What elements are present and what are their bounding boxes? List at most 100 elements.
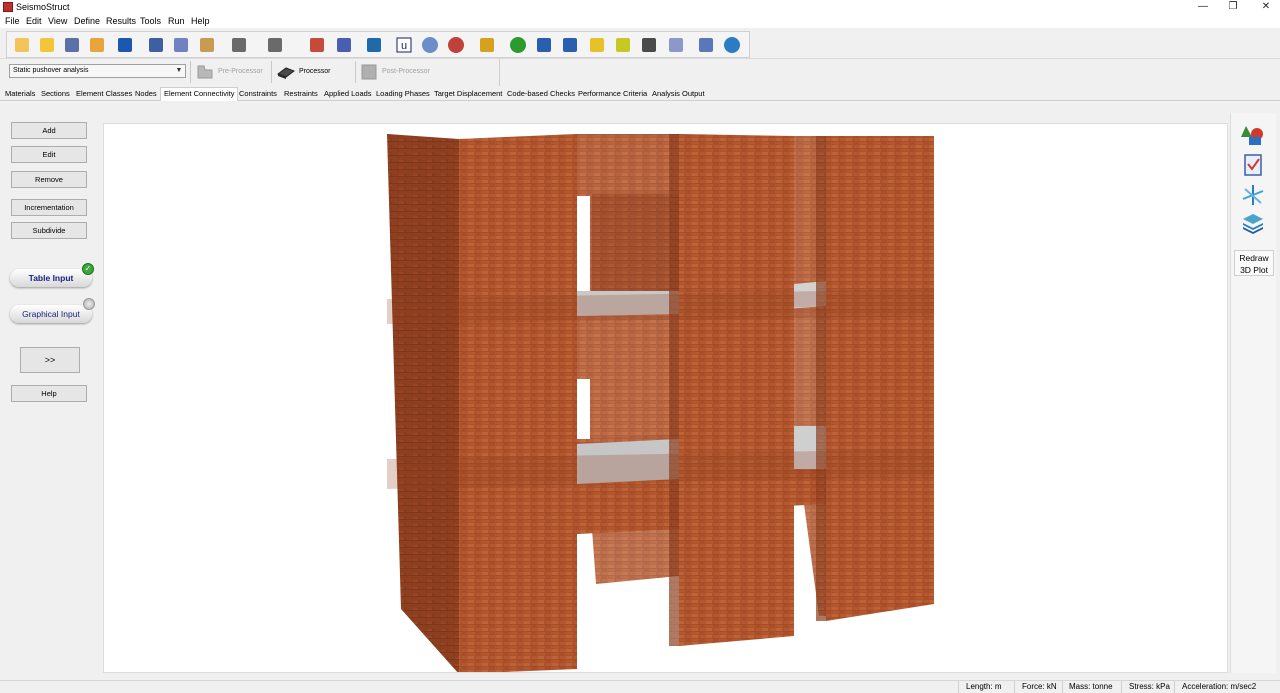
tab-element-classes[interactable]: Element Classes — [76, 89, 132, 98]
folder-open-icon[interactable] — [613, 35, 633, 55]
status-dot-icon — [83, 298, 95, 310]
add-button[interactable]: Add — [11, 122, 87, 139]
edit-icon[interactable] — [696, 35, 716, 55]
new-file-icon[interactable] — [12, 35, 32, 55]
copy-icon[interactable] — [171, 35, 191, 55]
help-button[interactable]: Help — [11, 385, 87, 402]
tab-loading-phases[interactable]: Loading Phases — [376, 89, 430, 98]
axes-icon[interactable] — [1241, 183, 1265, 207]
help-icon[interactable] — [508, 35, 528, 55]
tab-analysis-output[interactable]: Analysis Output — [652, 89, 705, 98]
processor-button[interactable]: Processor — [275, 61, 331, 83]
tab-sections[interactable]: Sections — [41, 89, 70, 98]
processor-icon — [277, 67, 295, 79]
wizard-icon[interactable] — [87, 35, 107, 55]
status-bar: Length: m Force: kN Mass: tonne Stress: … — [0, 680, 1280, 693]
menu-edit[interactable]: Edit — [26, 16, 42, 26]
app-icon — [3, 2, 13, 12]
processor-label: Processor — [299, 68, 331, 75]
layers-icon[interactable] — [1241, 211, 1265, 235]
tab-constraints[interactable]: Constraints — [239, 89, 277, 98]
pier-edge — [669, 134, 679, 646]
tab-element-connectivity[interactable]: Element Connectivity — [160, 87, 239, 101]
separator — [271, 61, 272, 83]
menu-help[interactable]: Help — [191, 16, 210, 26]
menu-file[interactable]: File — [5, 16, 20, 26]
undo-icon[interactable] — [229, 35, 249, 55]
middle-pier — [679, 134, 794, 646]
shapes-icon[interactable] — [1241, 123, 1265, 147]
redo-icon[interactable] — [265, 35, 285, 55]
menu-run[interactable]: Run — [168, 16, 185, 26]
window-opening — [577, 196, 590, 291]
database-icon[interactable] — [62, 35, 82, 55]
status-separator — [1014, 681, 1015, 693]
redraw-3d-plot-label: 3D Plot — [1240, 265, 1268, 275]
print-icon[interactable] — [146, 35, 166, 55]
units-icon[interactable]: u — [394, 35, 414, 55]
table-input-button[interactable]: Table Input — [10, 269, 92, 287]
ruler-pencil-icon[interactable] — [477, 35, 497, 55]
back-pier-lower — [592, 529, 679, 584]
export-icon[interactable] — [307, 35, 327, 55]
tab-restraints[interactable]: Restraints — [284, 89, 318, 98]
pre-processor-icon — [197, 65, 213, 79]
gear-icon[interactable] — [420, 35, 440, 55]
left-pier — [459, 134, 577, 672]
pier-edge — [816, 136, 826, 621]
tab-code-based-checks[interactable]: Code-based Checks — [507, 89, 575, 98]
separator — [190, 61, 191, 83]
close-button[interactable]: ✕ — [1258, 1, 1274, 13]
globe-icon[interactable] — [722, 35, 742, 55]
right-panel: Redraw 3D Plot — [1230, 113, 1276, 673]
menu-view[interactable]: View — [48, 16, 67, 26]
link-icon[interactable] — [666, 35, 686, 55]
save-icon[interactable] — [115, 35, 135, 55]
separator — [355, 61, 356, 83]
back-wall — [592, 194, 679, 291]
status-force: Force: kN — [1022, 682, 1057, 691]
edit-button[interactable]: Edit — [11, 146, 87, 163]
book-icon[interactable] — [534, 35, 554, 55]
next-button[interactable]: >> — [20, 347, 80, 373]
settings-gear-icon[interactable] — [446, 35, 466, 55]
import-icon[interactable] — [334, 35, 354, 55]
network-icon[interactable] — [364, 35, 384, 55]
status-acceleration: Acceleration: m/sec2 — [1182, 682, 1257, 691]
status-separator — [1062, 681, 1063, 693]
menu-results[interactable]: Results — [106, 16, 136, 26]
module-tabs: Materials Sections Element Classes Nodes… — [0, 87, 1280, 101]
incrementation-button[interactable]: Incrementation — [11, 199, 87, 216]
open-folder-icon[interactable] — [37, 35, 57, 55]
pre-processor-button[interactable]: Pre-Processor — [194, 61, 263, 83]
tab-nodes[interactable]: Nodes — [135, 89, 157, 98]
redraw-3d-plot-button[interactable]: Redraw 3D Plot — [1234, 250, 1274, 276]
remove-button[interactable]: Remove — [11, 171, 87, 188]
subdivide-button[interactable]: Subdivide — [11, 222, 87, 239]
main-toolbar: u — [0, 29, 1280, 59]
minimize-button[interactable]: — — [1195, 1, 1211, 13]
tab-performance-criteria[interactable]: Performance Criteria — [578, 89, 647, 98]
title-bar: SeismoStruct — ❐ ✕ — [0, 0, 1280, 15]
film-icon[interactable] — [639, 35, 659, 55]
masonry-building-3d-plot[interactable] — [104, 124, 1228, 673]
3d-viewport[interactable] — [103, 123, 1228, 673]
tab-materials[interactable]: Materials — [5, 89, 35, 98]
left-panel: Add Edit Remove Incrementation Subdivide… — [0, 102, 100, 680]
analysis-type-select[interactable]: Static pushover analysis ▼ — [9, 64, 186, 78]
menu-tools[interactable]: Tools — [140, 16, 161, 26]
analysis-toolbar: Static pushover analysis ▼ Pre-Processor… — [0, 59, 1280, 86]
books-icon[interactable] — [560, 35, 580, 55]
checklist-icon[interactable] — [1241, 153, 1265, 177]
folder-icon[interactable] — [587, 35, 607, 55]
tab-applied-loads[interactable]: Applied Loads — [324, 89, 372, 98]
paste-icon[interactable] — [197, 35, 217, 55]
post-processor-button[interactable]: Post-Processor — [358, 61, 430, 83]
menu-define[interactable]: Define — [74, 16, 100, 26]
restore-button[interactable]: ❐ — [1225, 1, 1241, 13]
status-separator — [1121, 681, 1122, 693]
analysis-type-value: Static pushover analysis — [13, 67, 89, 74]
middle-spandrel — [577, 314, 679, 444]
graphical-input-button[interactable]: Graphical Input — [10, 305, 92, 323]
tab-target-displacement[interactable]: Target Displacement — [434, 89, 502, 98]
